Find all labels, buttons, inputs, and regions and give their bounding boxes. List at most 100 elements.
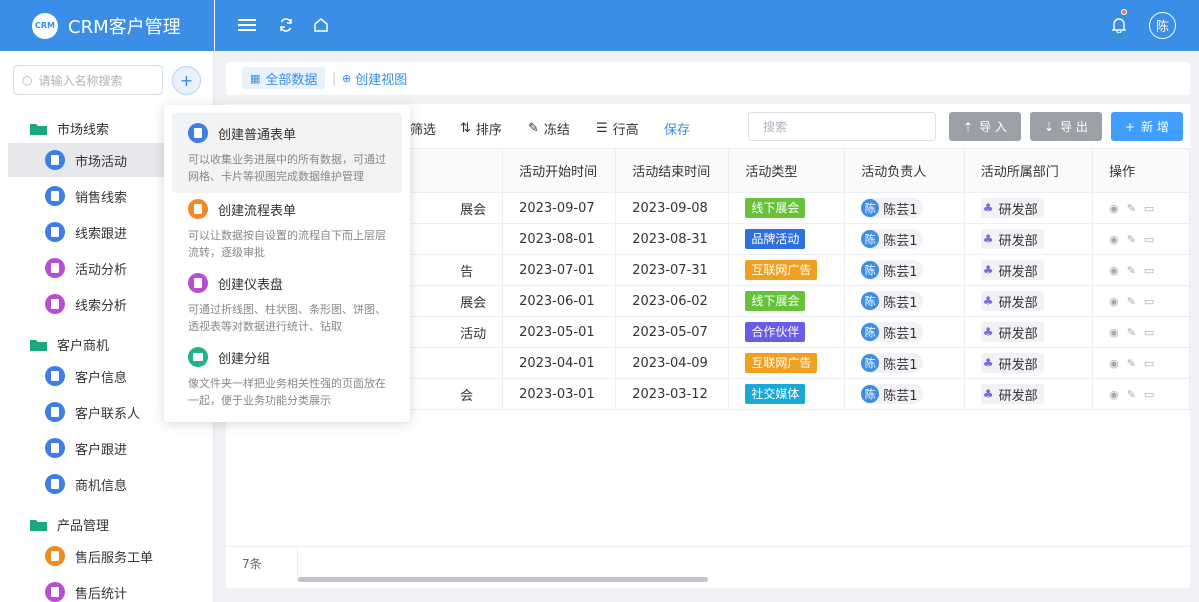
delete-icon[interactable]: ▭ <box>1144 202 1162 215</box>
edit-icon[interactable]: ✎ <box>1127 295 1144 308</box>
edit-icon[interactable]: ✎ <box>1127 202 1144 215</box>
view-icon[interactable]: ◉ <box>1109 233 1127 246</box>
org-icon: ♣ <box>982 232 994 246</box>
cell-end: 2023-07-31 <box>615 254 730 286</box>
type-tag: 互联网广告 <box>745 353 818 373</box>
search-placeholder: 请输入名称搜索 <box>38 73 123 88</box>
delete-icon[interactable]: ▭ <box>1144 264 1162 277</box>
all-data-tab[interactable]: ▦ 全部数据 <box>242 67 326 89</box>
create-dashboard-option[interactable]: 创建仪表盘 可通过折线图、柱状图、条形图、饼图、透视表等对数据进行统计、钻取 <box>172 263 402 343</box>
cell-end: 2023-03-12 <box>615 378 730 410</box>
type-tag: 社交媒体 <box>745 384 806 404</box>
delete-icon[interactable]: ▭ <box>1144 326 1162 339</box>
edit-icon[interactable]: ✎ <box>1127 233 1144 246</box>
crm-logo: CRM <box>32 12 58 39</box>
save-button[interactable]: 保存 <box>664 114 690 142</box>
sidebar-item-label: 活动分析 <box>75 262 128 278</box>
owner-name: 陈芸1 <box>883 264 918 280</box>
sidebar-item-label: 商机信息 <box>75 478 128 494</box>
sidebar-item-label: 客户信息 <box>75 370 128 386</box>
option-title: 创建普通表单 <box>218 127 297 143</box>
sort-button[interactable]: ⇅ 排序 <box>460 114 502 142</box>
home-icon[interactable] <box>311 15 331 35</box>
import-button[interactable]: ⇡ 导 入 <box>949 112 1021 141</box>
chart-icon <box>45 582 65 602</box>
bell-icon[interactable] <box>1109 15 1129 35</box>
owner-chip: 陈陈芸1 <box>861 322 924 342</box>
plus-circle-icon: ⊕ <box>342 71 352 85</box>
group-label: 产品管理 <box>57 519 110 534</box>
cell-end: 2023-09-08 <box>615 192 730 224</box>
sidebar-item-label: 客户跟进 <box>75 442 128 458</box>
cell-dept: ♣ 研发部 <box>963 223 1094 255</box>
view-icon[interactable]: ◉ <box>1109 326 1127 339</box>
brand-header: CRM CRM客户管理 <box>0 0 214 51</box>
row-height-button[interactable]: ☰ 行高 <box>596 114 639 142</box>
cell-actions: ◉✎▭ <box>1092 223 1190 255</box>
edit-icon[interactable]: ✎ <box>1127 326 1144 339</box>
dept-chip: ♣ 研发部 <box>980 353 1044 373</box>
cell-end: 2023-06-02 <box>615 285 730 317</box>
sidebar-item-service-ticket[interactable]: 售后服务工单 <box>8 539 214 573</box>
folder-icon <box>30 124 47 135</box>
col-header[interactable]: 活动结束时间 <box>615 148 730 193</box>
delete-icon[interactable]: ▭ <box>1144 295 1162 308</box>
filter-button[interactable]: 筛选 <box>410 114 436 142</box>
horizontal-scrollbar[interactable] <box>298 577 708 582</box>
new-label: 新 增 <box>1141 120 1169 134</box>
cell-end: 2023-05-07 <box>615 316 730 348</box>
view-icon[interactable]: ◉ <box>1109 357 1127 370</box>
group-product-management[interactable]: 产品管理 <box>30 515 109 534</box>
delete-icon[interactable]: ▭ <box>1144 388 1162 401</box>
cell-type: 社交媒体 <box>728 378 846 410</box>
add-button[interactable]: + <box>172 66 201 95</box>
sidebar-item-label: 市场活动 <box>75 154 128 170</box>
col-header[interactable]: 活动开始时间 <box>502 148 617 193</box>
app-title: CRM客户管理 <box>68 16 181 38</box>
group-market-leads[interactable]: 市场线索 <box>30 119 109 138</box>
cell-owner: 陈陈芸1 <box>844 192 965 224</box>
filter-label: 筛选 <box>410 122 437 138</box>
view-icon[interactable]: ◉ <box>1109 264 1127 277</box>
chart-icon <box>45 258 65 278</box>
col-header[interactable]: 活动负责人 <box>844 148 965 193</box>
table-search-input[interactable]: 搜索 <box>748 112 936 141</box>
delete-icon[interactable]: ▭ <box>1144 233 1162 246</box>
cell-start: 2023-05-01 <box>502 316 617 348</box>
cell-end: 2023-08-31 <box>615 223 730 255</box>
export-button[interactable]: ⇣ 导 出 <box>1030 112 1102 141</box>
cell-dept: ♣ 研发部 <box>963 347 1094 379</box>
create-normal-form-option[interactable]: 创建普通表单 可以收集业务进展中的所有数据，可通过网格、卡片等视图完成数据维护管… <box>172 113 402 193</box>
col-header[interactable]: 活动类型 <box>728 148 846 193</box>
sidebar-search-input[interactable]: ○ 请输入名称搜索 <box>13 65 163 95</box>
edit-icon[interactable]: ✎ <box>1127 357 1144 370</box>
edit-icon[interactable]: ✎ <box>1127 264 1144 277</box>
delete-icon[interactable]: ▭ <box>1144 357 1162 370</box>
edit-icon[interactable]: ✎ <box>1127 388 1144 401</box>
sidebar-item-label: 售后统计 <box>75 586 128 602</box>
row-height-icon: ☰ <box>596 120 608 136</box>
view-icon[interactable]: ◉ <box>1109 388 1127 401</box>
col-header[interactable]: 活动所属部门 <box>963 148 1094 193</box>
menu-icon[interactable] <box>237 15 257 35</box>
cell-owner: 陈陈芸1 <box>844 316 965 348</box>
freeze-button[interactable]: ✎ 冻结 <box>528 114 570 142</box>
cell-type: 互联网广告 <box>728 347 846 379</box>
create-group-option[interactable]: 创建分组 像文件夹一样把业务相关性强的页面放在一起，便于业务功能分类展示 <box>172 337 402 417</box>
owner-chip: 陈陈芸1 <box>861 229 924 249</box>
cell-actions: ◉✎▭ <box>1092 316 1190 348</box>
group-customer-opportunity[interactable]: 客户商机 <box>30 335 109 354</box>
create-flow-form-option[interactable]: 创建流程表单 可以让数据按自设置的流程自下而上层层流转，逐级审批 <box>172 189 402 269</box>
view-icon[interactable]: ◉ <box>1109 295 1127 308</box>
refresh-icon[interactable] <box>276 15 296 35</box>
user-avatar[interactable]: 陈 <box>1149 12 1176 39</box>
view-icon[interactable]: ◉ <box>1109 202 1127 215</box>
create-view-button[interactable]: ⊕ 创建视图 <box>342 67 407 89</box>
sidebar-item-opportunity-info[interactable]: 商机信息 <box>8 467 214 501</box>
save-label: 保存 <box>664 122 691 138</box>
sidebar-item-customer-followup[interactable]: 客户跟进 <box>8 431 214 465</box>
cell-owner: 陈陈芸1 <box>844 347 965 379</box>
tab-label: 全部数据 <box>265 72 318 88</box>
sidebar-item-service-stats[interactable]: 售后统计 <box>8 575 214 602</box>
new-button[interactable]: + 新 增 <box>1111 112 1183 141</box>
